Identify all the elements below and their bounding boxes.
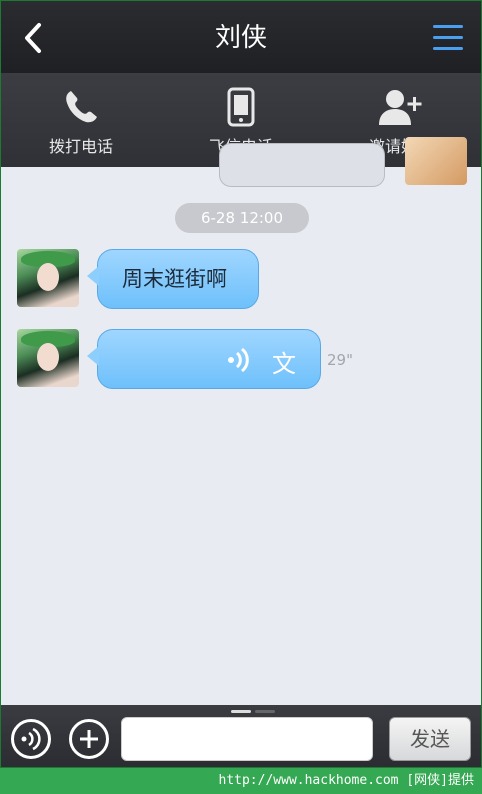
- voice-message-bubble[interactable]: 文: [87, 329, 321, 389]
- voice-wave-icon: [21, 727, 41, 751]
- call-label: 拨打电话: [48, 137, 113, 156]
- call-button[interactable]: 拨打电话: [1, 73, 161, 167]
- contact-avatar[interactable]: [17, 249, 79, 307]
- send-button[interactable]: 发送: [389, 717, 471, 761]
- voice-input-button[interactable]: [11, 719, 51, 759]
- message-input[interactable]: [121, 717, 373, 761]
- text-message-bubble[interactable]: 周末逛街啊: [87, 249, 259, 309]
- timestamp: 6-28 12:00: [175, 203, 309, 233]
- contact-avatar[interactable]: [17, 329, 79, 387]
- page-indicator: [231, 710, 275, 713]
- previous-message-bubble: [219, 143, 385, 187]
- input-bar: 发送: [1, 705, 481, 767]
- contact-name: 刘侠: [214, 23, 267, 53]
- plus-icon: [80, 730, 98, 748]
- top-bar: 刘侠: [1, 1, 481, 73]
- add-friend-icon: [379, 90, 422, 125]
- my-avatar: [405, 137, 467, 185]
- message-list[interactable]: 6-28 12:00 周末逛街啊 文 29": [1, 137, 481, 705]
- message-text: 周末逛街啊: [122, 267, 227, 291]
- voice-duration: 29": [327, 351, 353, 369]
- mobile-icon: [227, 87, 255, 127]
- voice-wave-icon: [228, 347, 249, 373]
- phone-icon: [66, 91, 97, 123]
- chat-screen: 刘侠 拨打电话 飞信电话 邀请好友: [0, 0, 482, 768]
- add-attachment-button[interactable]: [69, 719, 109, 759]
- voice-to-text-button[interactable]: 文: [272, 344, 296, 379]
- watermark: http://www.hackhome.com [网侠]提供: [0, 768, 482, 794]
- menu-icon[interactable]: [433, 25, 463, 51]
